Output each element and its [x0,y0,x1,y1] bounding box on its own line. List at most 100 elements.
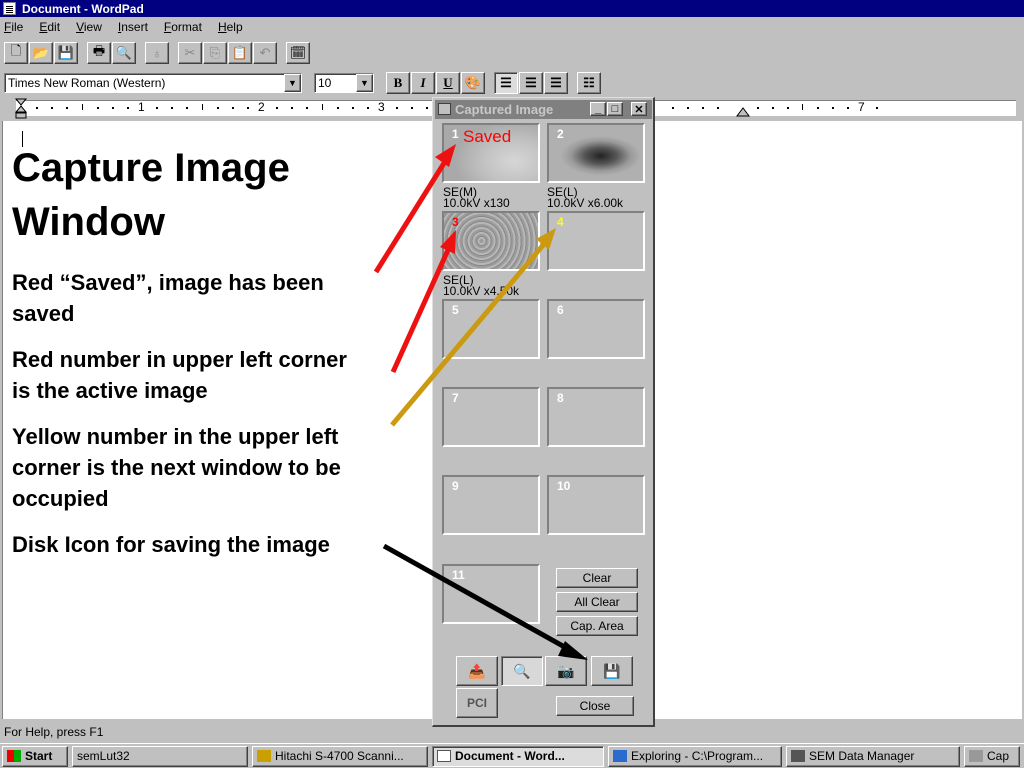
image-slot-7[interactable]: 7 [442,387,540,447]
page-title: Capture Image [12,146,290,190]
maximize-button[interactable]: □ [607,102,623,116]
menu-bar: File Edit View Insert Format Help [0,17,1024,37]
menu-view[interactable]: View [76,20,102,34]
underline-button[interactable]: U [436,72,460,94]
slot-number: 2 [557,127,564,141]
pci-icon[interactable]: PCI [456,688,498,718]
sem-data-manager-icon [791,750,805,762]
captured-image-window: Captured Image _ □ ✕ 1 Saved SE(M) 10.0k… [432,97,655,727]
paste-icon[interactable]: 📋 [228,42,252,64]
close-button[interactable]: Close [556,696,634,716]
zoom-view-icon[interactable]: 🔍 [501,656,543,686]
paragraph-red-number: is the active image [12,378,208,403]
save-icon[interactable]: 💾 [54,42,78,64]
image-slot-3[interactable]: 3 [442,211,540,271]
font-name: Times New Roman (Western) [8,76,166,90]
paragraph-disk-icon: Disk Icon for saving the image [12,532,330,557]
menu-format[interactable]: Format [164,20,202,34]
pci-label: PCI [466,696,487,710]
slot-number: 1 [452,127,459,141]
slot-number-active: 3 [452,215,459,229]
image-slot-11[interactable]: 11 [442,564,540,624]
menu-insert[interactable]: Insert [118,20,148,34]
print-icon[interactable]: 🖶 [87,42,111,64]
image-slot-8[interactable]: 8 [547,387,645,447]
standard-toolbar: 🗋 📂 💾 🖶 🔍 ♁ ✂ ⎘ 📋 ↶ 🗓 [4,40,311,66]
minimize-button[interactable]: _ [590,102,606,116]
align-center-icon[interactable]: ☰ [519,72,543,94]
left-indent-marker-icon[interactable] [14,98,30,120]
align-left-icon[interactable]: ☰ [494,72,518,94]
image-slot-5[interactable]: 5 [442,299,540,359]
menu-help[interactable]: Help [218,20,243,34]
print-preview-icon[interactable]: 🔍 [112,42,136,64]
color-palette-icon[interactable]: 🎨 [461,72,485,94]
font-size-select[interactable]: 10 ▼ [314,73,374,93]
taskbar-item-document[interactable]: Document - Word... [432,745,604,767]
paragraph-yellow-number: occupied [12,486,109,511]
italic-button[interactable]: I [411,72,435,94]
find-icon[interactable]: ♁ [145,42,169,64]
slot-number: 6 [557,303,564,317]
image-slot-1[interactable]: 1 Saved [442,123,540,183]
ruler-number: 1 [138,100,145,114]
paragraph-yellow-number: corner is the next window to be [12,455,341,480]
slot-number: 9 [452,479,459,493]
wordpad-document-icon [3,2,16,15]
explorer-icon [613,750,627,762]
image-slot-10[interactable]: 10 [547,475,645,535]
undo-icon[interactable]: ↶ [253,42,277,64]
slot-number-next: 4 [557,215,564,229]
export-image-icon[interactable]: 📤 [456,656,498,686]
windows-logo-icon [7,750,21,762]
slot-label: 10.0kV x4.50k [443,284,520,298]
bold-button[interactable]: B [386,72,410,94]
image-slot-6[interactable]: 6 [547,299,645,359]
new-icon[interactable]: 🗋 [4,42,28,64]
font-size: 10 [318,76,332,90]
close-icon[interactable]: ✕ [631,102,647,116]
slot-number: 11 [452,568,465,582]
image-slot-4[interactable]: 4 [547,211,645,271]
cut-icon[interactable]: ✂ [178,42,202,64]
captured-image-window-icon [438,103,451,115]
menu-file[interactable]: File [4,20,23,34]
chevron-down-icon[interactable]: ▼ [284,74,301,92]
slot-label: 10.0kV x130 [443,196,510,210]
image-slot-2[interactable]: 2 [547,123,645,183]
slot-label: 10.0kV x6.00k [547,196,624,210]
slot-number: 8 [557,391,564,405]
paragraph-yellow-number: Yellow number in the upper left [12,424,339,449]
status-text: For Help, press F1 [4,725,104,739]
taskbar: Start semLut32 Hitachi S-4700 Scanni... … [0,743,1024,768]
open-icon[interactable]: 📂 [29,42,53,64]
captured-image-title-bar[interactable]: Captured Image _ □ ✕ [435,100,652,119]
saved-label: Saved [463,127,512,146]
page-title: Window [12,200,165,244]
wordpad-document-icon [437,750,451,762]
start-button[interactable]: Start [2,745,68,767]
chevron-down-icon[interactable]: ▼ [356,74,373,92]
save-disk-icon[interactable]: 💾 [591,656,633,686]
align-right-icon[interactable]: ☰ [544,72,568,94]
copy-icon[interactable]: ⎘ [203,42,227,64]
camera-icon[interactable]: 📷 [545,656,587,686]
cap-area-button[interactable]: Cap. Area [556,616,638,636]
right-indent-marker-icon[interactable] [736,102,750,118]
taskbar-item-semlut32[interactable]: semLut32 [72,745,248,767]
paragraph-red-number: Red number in upper left corner [12,347,347,372]
date-time-icon[interactable]: 🗓 [286,42,310,64]
bullets-icon[interactable]: ☷ [577,72,601,94]
taskbar-item-sem-data-manager[interactable]: SEM Data Manager [786,745,960,767]
taskbar-item-exploring[interactable]: Exploring - C:\Program... [608,745,782,767]
taskbar-item-captured-image[interactable]: Cap [964,745,1020,767]
window-title: Document - WordPad [22,1,144,16]
all-clear-button[interactable]: All Clear [556,592,638,612]
font-select[interactable]: Times New Roman (Western) ▼ [4,73,302,93]
taskbar-item-hitachi[interactable]: Hitachi S-4700 Scanni... [252,745,428,767]
image-slot-9[interactable]: 9 [442,475,540,535]
clear-button[interactable]: Clear [556,568,638,588]
ruler-number: 2 [258,100,265,114]
paragraph-saved: saved [12,301,75,326]
menu-edit[interactable]: Edit [39,20,60,34]
